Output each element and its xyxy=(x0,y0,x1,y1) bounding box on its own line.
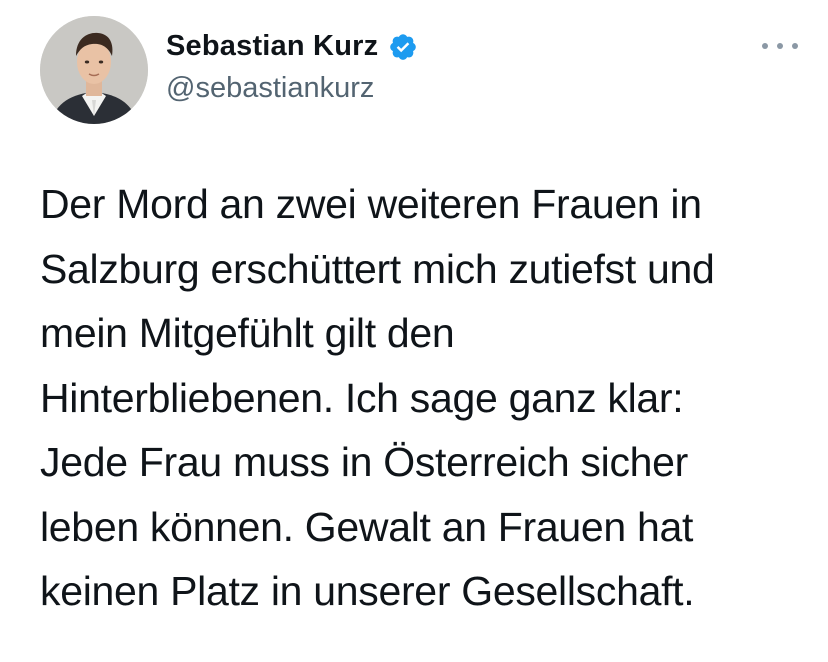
tweet-text: Der Mord an zwei weiteren Frauen in Salz… xyxy=(40,172,800,624)
more-dot-icon xyxy=(777,43,783,49)
avatar[interactable] xyxy=(40,16,148,124)
tweet-text-line: Hinterbliebenen. Ich sage ganz klar: xyxy=(40,374,684,421)
author-name-row: Sebastian Kurz xyxy=(166,30,418,63)
tweet-card: Sebastian Kurz @sebastiankurz Der Mord a… xyxy=(0,0,828,662)
avatar-image xyxy=(40,16,148,124)
more-dot-icon xyxy=(792,43,798,49)
tweet-text-line: Salzburg erschüttert mich zutiefst und xyxy=(40,245,715,292)
tweet-text-line: leben können. Gewalt an Frauen hat xyxy=(40,503,694,550)
more-options-icon[interactable] xyxy=(762,34,798,58)
verified-badge-icon xyxy=(388,32,418,62)
tweet-text-line: Jede Frau muss in Österreich sicher xyxy=(40,439,689,485)
tweet-text-line: keinen Platz in unserer Gesellschaft. xyxy=(40,568,695,614)
author-display-name[interactable]: Sebastian Kurz xyxy=(166,30,378,63)
tweet-text-line: mein Mitgefühlt gilt den xyxy=(40,310,455,356)
more-dot-icon xyxy=(762,43,768,49)
tweet-text-line: Der Mord an zwei weiteren Frauen in xyxy=(40,181,702,227)
author-handle[interactable]: @sebastiankurz xyxy=(166,72,374,105)
